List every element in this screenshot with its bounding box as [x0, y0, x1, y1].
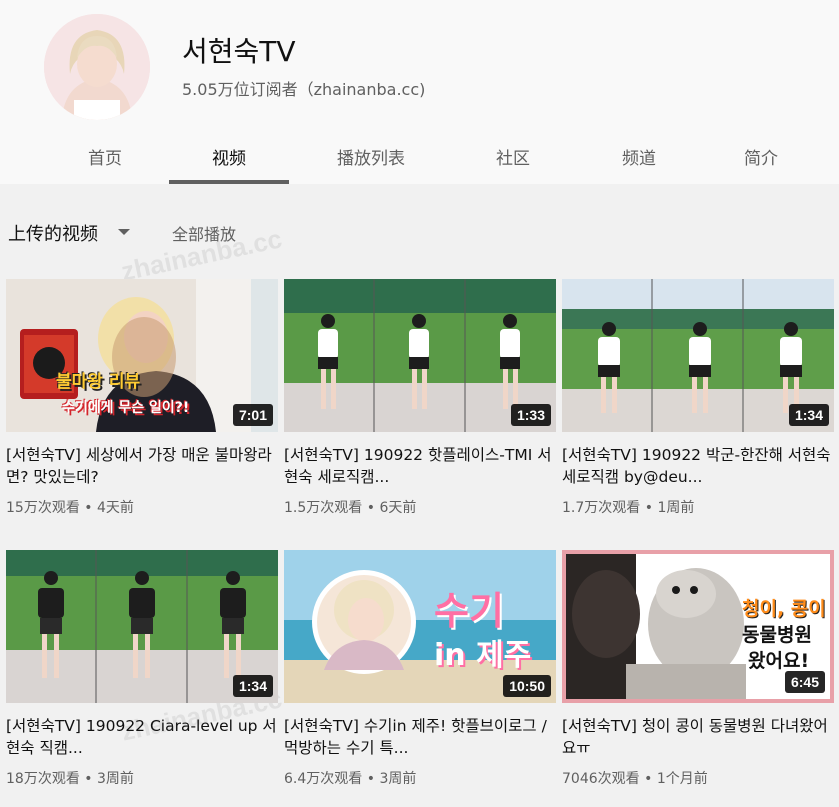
video-thumbnail[interactable]: 수기 in 제주 10:50: [284, 550, 556, 703]
upload-age: 4天前: [97, 500, 134, 516]
duration-badge: 1:34: [232, 675, 273, 697]
thumbnail-overlay-text: 수기에게 무슨 일이?!: [62, 400, 190, 416]
sort-dropdown-icon[interactable]: [118, 229, 130, 235]
meta-separator: •: [84, 500, 97, 516]
video-meta: 18万次观看 • 3周前: [6, 768, 278, 788]
view-count: 1.5万次观看: [284, 500, 363, 516]
video-meta: 7046次观看 • 1个月前: [562, 768, 834, 788]
thumbnail-overlay-text: 수기: [434, 589, 504, 633]
video-card[interactable]: 1:33 [서현숙TV] 190922 핫플레이스-TMI 서현숙 세로직캠..…: [284, 279, 556, 517]
thumbnail-overlay-text: in 제주: [434, 638, 532, 673]
video-card[interactable]: 1:34 [서현숙TV] 190922 Ciara-level up 서현숙 직…: [6, 550, 278, 788]
upload-age: 3周前: [97, 771, 134, 787]
tab-community[interactable]: 社区: [470, 128, 556, 184]
video-card[interactable]: 불마왕 리뷰 수기에게 무슨 일이?! 7:01 [서현숙TV] 세상에서 가장…: [6, 279, 278, 517]
meta-separator: •: [644, 771, 657, 787]
channel-header: 서현숙TV 5.05万位订阅者（zhainanba.cc) 首页 视频 播放列表…: [0, 0, 839, 184]
upload-age: 1周前: [657, 500, 695, 516]
video-card[interactable]: 청이, 콩이 동물병원 왔어요! 6:45 [서현숙TV] 청이 콩이 동물병원…: [562, 550, 834, 788]
thumbnail-overlay-text: 동물병원: [742, 624, 812, 646]
video-thumbnail[interactable]: 1:34: [562, 279, 834, 432]
tab-channels[interactable]: 频道: [596, 128, 682, 184]
duration-badge: 7:01: [232, 404, 273, 426]
view-count: 6.4万次观看: [284, 771, 363, 787]
tab-about[interactable]: 简介: [718, 128, 804, 184]
meta-separator: •: [366, 771, 380, 787]
video-meta: 1.5万次观看 • 6天前: [284, 497, 556, 517]
subscriber-count: 5.05万位订阅者（zhainanba.cc): [182, 80, 426, 99]
upload-age: 1个月前: [656, 771, 708, 787]
tab-playlists[interactable]: 播放列表: [320, 128, 422, 184]
tab-videos[interactable]: 视频: [169, 128, 289, 184]
upload-age: 3周前: [379, 771, 417, 787]
thumbnail-overlay-text: 왔어요!: [748, 650, 810, 672]
video-title[interactable]: [서현숙TV] 수기in 제주! 핫플브이로그 / 먹방하는 수기 특...: [284, 715, 556, 759]
thumbnail-overlay-text: 불마왕 리뷰: [56, 372, 141, 392]
video-meta: 15万次观看 • 4天前: [6, 497, 278, 517]
view-count: 1.7万次观看: [562, 500, 641, 516]
video-thumbnail[interactable]: 청이, 콩이 동물병원 왔어요! 6:45: [562, 550, 834, 703]
thumbnail-overlay-text: 청이, 콩이: [742, 598, 826, 620]
video-title[interactable]: [서현숙TV] 190922 핫플레이스-TMI 서현숙 세로직캠...: [284, 444, 556, 488]
meta-separator: •: [644, 500, 658, 516]
video-title[interactable]: [서현숙TV] 세상에서 가장 매운 불마왕라면? 맛있는데?: [6, 444, 278, 488]
video-thumbnail[interactable]: 불마왕 리뷰 수기에게 무슨 일이?! 7:01: [6, 279, 278, 432]
channel-tabs: 首页 视频 播放列表 社区 频道 简介: [0, 128, 839, 184]
video-meta: 1.7万次观看 • 1周前: [562, 497, 834, 517]
tab-home[interactable]: 首页: [60, 128, 150, 184]
view-count: 15万次观看: [6, 500, 80, 516]
video-card[interactable]: 수기 in 제주 10:50 [서현숙TV] 수기in 제주! 핫플브이로그 /…: [284, 550, 556, 788]
duration-badge: 10:50: [503, 675, 551, 697]
video-title[interactable]: [서현숙TV] 청이 콩이 동물병원 다녀왔어요ㅠ: [562, 715, 834, 759]
channel-avatar[interactable]: [44, 14, 150, 120]
video-title[interactable]: [서현숙TV] 190922 박군-한잔해 서현숙 세로직캠 by@deu...: [562, 444, 834, 488]
video-thumbnail[interactable]: 1:33: [284, 279, 556, 432]
video-thumbnail[interactable]: 1:34: [6, 550, 278, 703]
section-title: 上传的视频: [8, 224, 98, 245]
video-card[interactable]: 1:34 [서현숙TV] 190922 박군-한잔해 서현숙 세로직캠 by@d…: [562, 279, 834, 517]
duration-badge: 1:34: [788, 404, 829, 426]
channel-name: 서현숙TV: [182, 35, 296, 68]
video-title[interactable]: [서현숙TV] 190922 Ciara-level up 서현숙 직캠...: [6, 715, 278, 759]
active-tab-indicator: [169, 180, 289, 184]
video-meta: 6.4万次观看 • 3周前: [284, 768, 556, 788]
upload-age: 6天前: [379, 500, 417, 516]
meta-separator: •: [84, 771, 97, 787]
duration-badge: 6:45: [784, 671, 825, 693]
view-count: 7046次观看: [562, 771, 640, 787]
meta-separator: •: [366, 500, 380, 516]
duration-badge: 1:33: [510, 404, 551, 426]
view-count: 18万次观看: [6, 771, 80, 787]
